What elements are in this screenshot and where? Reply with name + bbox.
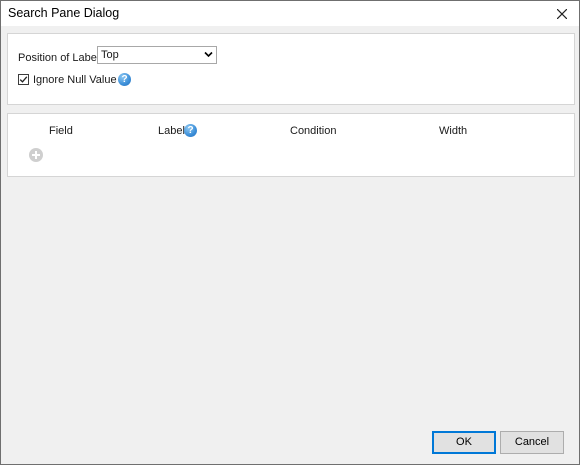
chevron-down-icon <box>204 51 213 58</box>
checkmark-icon <box>19 76 28 83</box>
position-of-label-label: Position of Label <box>18 52 100 64</box>
ignore-null-checkbox[interactable] <box>18 74 29 85</box>
ignore-null-label: Ignore Null Value <box>33 74 117 86</box>
settings-panel: Position of Label Top Ignore Null Value … <box>7 33 575 105</box>
add-icon[interactable] <box>29 148 43 162</box>
help-icon[interactable]: ? <box>118 73 131 86</box>
column-header-field: Field <box>49 125 73 137</box>
position-of-label-select[interactable]: Top <box>97 46 217 64</box>
dialog-title: Search Pane Dialog <box>8 6 120 20</box>
search-pane-dialog: Search Pane Dialog Position of Label Top… <box>0 0 580 465</box>
column-header-width: Width <box>439 125 468 137</box>
close-icon <box>557 8 567 19</box>
column-header-label: Label <box>158 125 185 137</box>
ok-button[interactable]: OK <box>432 431 496 454</box>
position-select-value: Top <box>101 49 119 61</box>
column-header-condition: Condition <box>290 125 337 137</box>
close-button[interactable] <box>545 1 579 26</box>
search-fields-grid: Field Label ? Condition Width <box>7 113 575 177</box>
cancel-button[interactable]: Cancel <box>500 431 564 454</box>
help-icon[interactable]: ? <box>184 124 197 137</box>
title-bar: Search Pane Dialog <box>1 1 579 26</box>
